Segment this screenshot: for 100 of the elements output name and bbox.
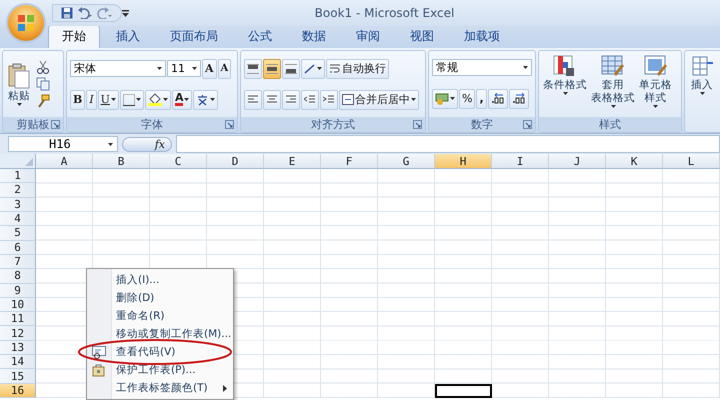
indent-icon bbox=[323, 94, 335, 104]
column-header[interactable]: I bbox=[492, 154, 549, 169]
ribbon-tab[interactable]: 数据 bbox=[288, 25, 340, 48]
vertical-align-button[interactable] bbox=[244, 58, 262, 78]
submenu-arrow-icon[interactable] bbox=[223, 384, 227, 392]
ribbon-large-button[interactable]: 插入 bbox=[688, 53, 716, 96]
row-header[interactable]: 6 bbox=[0, 240, 36, 255]
ribbon-tab[interactable]: 公式 bbox=[234, 25, 286, 48]
font-color-button[interactable]: A bbox=[172, 90, 192, 110]
column-header[interactable]: C bbox=[150, 154, 207, 169]
decrease-decimal-button[interactable] bbox=[508, 88, 529, 109]
menu-item[interactable]: 删除(D) bbox=[116, 291, 233, 305]
column-header[interactable]: J bbox=[549, 154, 606, 169]
grow-font-button[interactable]: A bbox=[202, 58, 217, 78]
ribbon-tab[interactable]: 页面布局 bbox=[156, 25, 232, 48]
ribbon-large-button[interactable]: 条件格式 bbox=[542, 53, 588, 96]
ribbon-tab[interactable]: 审阅 bbox=[342, 25, 394, 48]
align-right-button[interactable] bbox=[282, 90, 300, 110]
ribbon-tab[interactable]: 插入 bbox=[102, 25, 154, 48]
office-button[interactable] bbox=[8, 5, 44, 41]
currency-button[interactable] bbox=[432, 88, 458, 109]
shrink-font-button[interactable]: A bbox=[218, 58, 232, 78]
menu-item[interactable]: 重命名(R) bbox=[116, 309, 233, 323]
menu-item[interactable]: 插入(I)... bbox=[116, 273, 233, 287]
row-header[interactable]: 8 bbox=[0, 269, 36, 284]
caret-icon bbox=[110, 98, 116, 101]
row-header[interactable]: 5 bbox=[0, 226, 36, 241]
ribbon-tab[interactable]: 视图 bbox=[396, 25, 448, 48]
ribbon-tab[interactable]: 开始 bbox=[48, 25, 100, 48]
formula-input[interactable] bbox=[176, 135, 720, 153]
italic-button[interactable]: I bbox=[86, 90, 97, 110]
row-header[interactable]: 12 bbox=[0, 326, 36, 341]
row-header[interactable]: 16 bbox=[0, 384, 36, 398]
dialog-launcher-icon[interactable] bbox=[413, 120, 422, 129]
paste-button[interactable]: 粘贴 bbox=[6, 62, 32, 106]
menu-item[interactable]: 查看代码(V) bbox=[116, 345, 233, 359]
row-header[interactable]: 1 bbox=[0, 169, 36, 184]
column-header[interactable]: L bbox=[663, 154, 720, 169]
borders-button[interactable] bbox=[120, 90, 144, 110]
fill-color-button[interactable] bbox=[144, 90, 171, 110]
font-name-box[interactable]: 宋体 bbox=[70, 60, 166, 77]
align-icon bbox=[247, 64, 259, 74]
column-header[interactable]: D bbox=[207, 154, 264, 169]
vertical-align-button[interactable] bbox=[263, 58, 281, 78]
menu-item[interactable]: 移动或复制工作表(M)... bbox=[116, 327, 233, 341]
orientation-button[interactable] bbox=[301, 58, 325, 78]
row-header[interactable]: 9 bbox=[0, 284, 36, 298]
caret-icon bbox=[700, 92, 704, 95]
customize-arrow-icon[interactable] bbox=[122, 10, 129, 16]
column-header[interactable]: F bbox=[321, 154, 378, 169]
menu-item[interactable]: 工作表标签颜色(T) bbox=[116, 381, 223, 395]
caret-icon bbox=[136, 98, 141, 101]
column-header[interactable]: G bbox=[378, 154, 435, 169]
align-center-button[interactable] bbox=[263, 90, 281, 110]
wrap-text-button[interactable]: 自动换行 bbox=[326, 58, 389, 78]
comma-button[interactable]: , bbox=[476, 88, 487, 109]
increase-indent-button[interactable] bbox=[320, 90, 338, 110]
bold-button[interactable]: B bbox=[70, 90, 86, 110]
column-header[interactable]: B bbox=[93, 154, 150, 169]
decrease-indent-button[interactable] bbox=[301, 90, 319, 110]
row-header[interactable]: 11 bbox=[0, 312, 36, 326]
number-format-box[interactable]: 常规 bbox=[432, 59, 532, 76]
row-header[interactable]: 4 bbox=[0, 212, 36, 226]
merge-cells-icon bbox=[342, 94, 354, 105]
format-painter-icon[interactable] bbox=[36, 94, 50, 108]
menu-item[interactable]: 保护工作表(P)... bbox=[116, 363, 233, 377]
column-header[interactable]: E bbox=[264, 154, 321, 169]
phonetic-icon bbox=[196, 94, 210, 106]
align-left-button[interactable] bbox=[244, 90, 262, 110]
column-header[interactable]: K bbox=[606, 154, 663, 169]
group-label: 字体 bbox=[141, 117, 163, 132]
phonetic-button[interactable] bbox=[193, 90, 218, 110]
ribbon-tab[interactable]: 加载项 bbox=[450, 25, 514, 48]
row-header[interactable]: 2 bbox=[0, 183, 36, 198]
save-icon[interactable] bbox=[61, 7, 73, 19]
vertical-align-button[interactable] bbox=[282, 58, 300, 78]
active-cell[interactable] bbox=[435, 384, 492, 398]
indent-icon bbox=[304, 94, 316, 104]
undo-icon[interactable] bbox=[77, 7, 93, 19]
column-header[interactable]: H bbox=[435, 154, 492, 169]
increase-decimal-button[interactable] bbox=[488, 88, 508, 109]
insert-function-button[interactable]: fx bbox=[122, 136, 172, 152]
dialog-launcher-icon[interactable] bbox=[51, 120, 60, 129]
row-header[interactable]: 14 bbox=[0, 355, 36, 370]
column-header[interactable]: A bbox=[36, 154, 93, 169]
ribbon-large-button[interactable]: 单元格 样式 bbox=[638, 53, 673, 109]
dialog-launcher-icon[interactable] bbox=[523, 120, 532, 129]
name-box[interactable]: H16 bbox=[8, 136, 118, 152]
row-header[interactable]: 7 bbox=[0, 254, 36, 270]
ribbon-large-button[interactable]: 套用 表格格式 bbox=[590, 53, 636, 109]
dialog-launcher-icon[interactable] bbox=[225, 120, 234, 129]
percent-button[interactable]: % bbox=[459, 88, 476, 109]
font-size-box[interactable]: 11 bbox=[167, 60, 201, 77]
underline-button[interactable]: U bbox=[98, 90, 119, 110]
row-header[interactable]: 15 bbox=[0, 369, 36, 384]
row-header[interactable]: 10 bbox=[0, 298, 36, 312]
scissors-icon[interactable] bbox=[36, 60, 50, 74]
merge-center-button[interactable]: 合并后居中 bbox=[339, 90, 419, 110]
row-header[interactable]: 3 bbox=[0, 198, 36, 212]
row-header[interactable]: 13 bbox=[0, 340, 36, 356]
